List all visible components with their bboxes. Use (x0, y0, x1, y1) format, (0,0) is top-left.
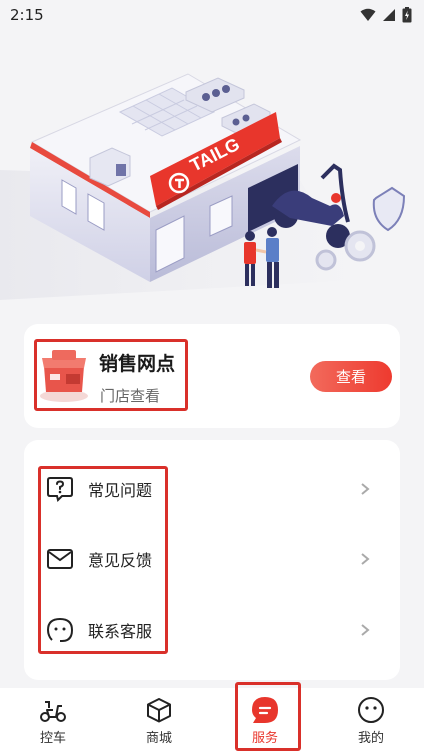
shield-icon (372, 186, 406, 232)
scooter-icon (40, 701, 66, 722)
mail-icon (47, 549, 73, 569)
nav-service-highlight (235, 682, 301, 751)
menu-item-faq[interactable]: 常见问题 (24, 454, 400, 524)
service-store-illustration: TAILG (0, 73, 406, 300)
gear-icon-small (315, 249, 337, 271)
wifi-icon (360, 8, 376, 21)
status-time: 2:15 (10, 6, 44, 24)
menu-item-feedback-label: 意见反馈 (88, 551, 153, 570)
signal-icon (383, 9, 395, 21)
bottom-nav: 控车 商城 服务 我的 (0, 688, 424, 754)
cube-icon (147, 698, 171, 723)
status-icons (360, 7, 412, 23)
store-locator-card[interactable]: 销售网点 门店查看 查看 (24, 324, 400, 428)
chevron-right-icon (361, 553, 370, 565)
nav-tab-control[interactable]: 控车 (0, 688, 106, 754)
chevron-right-icon (361, 624, 370, 636)
store-title: 销售网点 (99, 353, 176, 375)
battery-icon (402, 7, 412, 23)
nav-tab-profile[interactable]: 我的 (318, 688, 424, 754)
nav-tab-mall[interactable]: 商城 (106, 688, 212, 754)
nav-tab-control-label: 控车 (39, 731, 66, 746)
question-bubble-icon (47, 477, 73, 502)
nav-tab-profile-label: 我的 (357, 731, 384, 746)
status-bar: 2:15 (0, 0, 424, 30)
hero-illustration: TAILG (0, 30, 424, 320)
menu-item-contact-service[interactable]: 联系客服 (24, 595, 400, 665)
store-icon (40, 350, 88, 402)
menu-item-faq-label: 常见问题 (88, 481, 153, 500)
chevron-right-icon (361, 483, 370, 495)
menu-item-feedback[interactable]: 意见反馈 (24, 524, 400, 594)
smiley-icon (358, 697, 384, 723)
service-menu-card: 常见问题 意见反馈 联系客服 (24, 440, 400, 680)
nav-tab-mall-label: 商城 (145, 731, 172, 746)
store-subtitle: 门店查看 (100, 387, 161, 405)
view-stores-button[interactable]: 查看 (310, 361, 392, 392)
menu-item-contact-service-label: 联系客服 (88, 622, 153, 641)
customer-service-icon (46, 617, 74, 642)
